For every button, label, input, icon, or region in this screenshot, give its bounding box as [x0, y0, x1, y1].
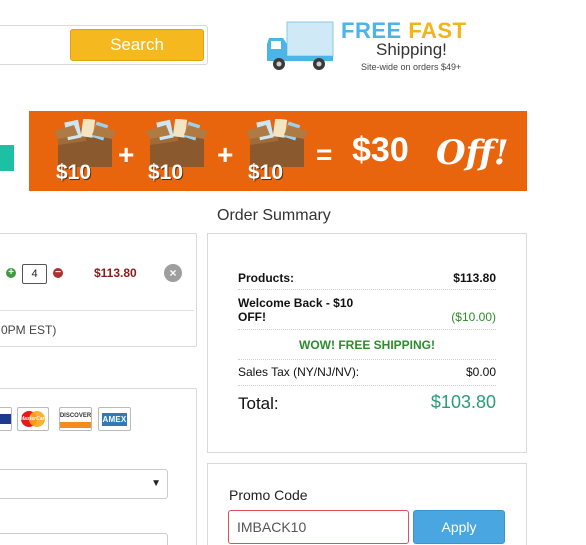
banner-box-2: $10 — [144, 118, 210, 187]
total-label: Total: — [238, 394, 279, 413]
banner-item-amount: $10 — [56, 161, 92, 184]
payment-select[interactable]: ▼ — [0, 469, 168, 499]
sales-tax-value: $0.00 — [465, 365, 496, 379]
total-value: $103.80 — [430, 392, 496, 412]
search-button[interactable]: Search — [70, 29, 204, 61]
summary-row-tax: Sales Tax (NY/NJ/NV): $0.00 — [238, 362, 496, 386]
discover-label: DISCOVER — [59, 412, 92, 419]
banner-box-1: $10 — [52, 118, 118, 187]
banner-teal-tab — [0, 145, 14, 171]
remove-item-icon[interactable]: × — [164, 264, 182, 282]
banner-box-3: $10 — [244, 118, 310, 187]
discount-label: Welcome Back - $10 OFF! — [238, 296, 354, 324]
discover-card-icon: DISCOVER — [59, 407, 92, 431]
chevron-down-icon: ▼ — [151, 478, 161, 489]
amex-label: AMEX — [101, 412, 128, 426]
cart-item-price: $113.80 — [94, 266, 137, 280]
truck-icon — [267, 21, 334, 70]
promo-code-label: Promo Code — [229, 487, 308, 503]
mastercard-icon: MasterCard — [17, 407, 49, 431]
free-shipping-label: WOW! FREE SHIPPING! — [299, 338, 435, 352]
apply-promo-button[interactable]: Apply — [413, 510, 505, 544]
order-summary-title: Order Summary — [217, 207, 331, 224]
banner-plus: + — [217, 139, 234, 170]
cart-delivery-note: 0PM EST) — [1, 323, 57, 337]
decrease-quantity-icon[interactable]: − — [53, 268, 63, 278]
increase-quantity-icon[interactable]: + — [6, 268, 16, 278]
order-summary-panel: Products: $113.80 Welcome Back - $10 OFF… — [207, 233, 527, 453]
promo-code-input[interactable] — [228, 510, 409, 544]
summary-row-discount: Welcome Back - $10 OFF! ($10.00) — [238, 294, 496, 330]
banner-total: $30 — [352, 131, 409, 169]
products-label: Products: — [238, 271, 295, 285]
amex-card-icon: AMEX — [98, 407, 131, 431]
free-shipping-logo: FREE FAST Shipping! Site-wide on orders … — [265, 16, 495, 76]
products-value: $113.80 — [453, 271, 496, 285]
payment-input-field[interactable] — [0, 533, 168, 545]
banner-off-text: Off! — [436, 133, 509, 173]
promo-banner[interactable]: $10 + $10 + $10 = $30 Off! — [0, 111, 527, 191]
shipping-condition: Site-wide on orders $49+ — [361, 62, 462, 72]
sales-tax-label: Sales Tax (NY/NJ/NV): — [238, 365, 360, 379]
banner-equals: = — [316, 139, 333, 170]
summary-row-total: Total: $103.80 — [238, 390, 496, 416]
discount-value: ($10.00) — [451, 310, 496, 324]
payment-panel: MasterCard DISCOVER AMEX ▼ — [0, 388, 197, 545]
summary-row-shipping: WOW! FREE SHIPPING! — [238, 334, 496, 360]
visa-card-icon — [0, 407, 12, 431]
promo-code-panel: Promo Code Apply — [207, 463, 527, 545]
cart-divider — [0, 310, 194, 311]
banner-item-amount: $10 — [248, 161, 284, 184]
quantity-input[interactable]: 4 — [22, 264, 47, 284]
banner-plus: + — [118, 139, 135, 170]
cart-item-panel: + 4 − $113.80 × 0PM EST) — [0, 233, 197, 347]
mastercard-label: MasterCard — [20, 416, 48, 422]
summary-row-products: Products: $113.80 — [238, 268, 496, 290]
shipping-subhead: Shipping! — [376, 40, 447, 59]
banner-item-amount: $10 — [148, 161, 184, 184]
